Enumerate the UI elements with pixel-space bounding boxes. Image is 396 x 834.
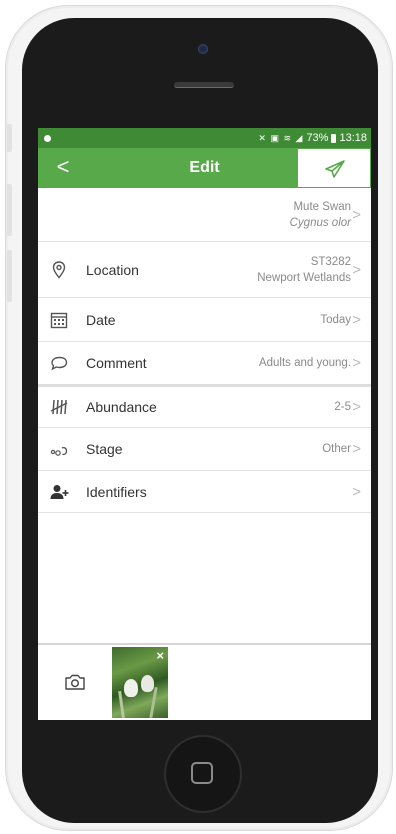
date-label: Date [86,311,116,328]
volume-up-button [7,184,12,236]
location-label: Location [86,261,139,278]
comment-row[interactable]: Comment Adults and young. > [38,342,371,387]
abundance-label: Abundance [86,399,157,415]
date-row[interactable]: Date Today > [38,298,371,342]
app-header: < Edit [38,148,371,188]
status-bar: ✕ ▣ ≋ ◢ 73% 13:18 [38,128,371,148]
clock: 13:18 [339,132,367,144]
species-row[interactable]: Mute Swan Cygnus olor > [38,188,371,242]
comment-bubble-icon [51,356,68,371]
stage-row[interactable]: Stage Other > [38,428,371,471]
camera-icon[interactable] [64,673,86,691]
location-row[interactable]: Location ST3282 Newport Wetlands > [38,242,371,298]
photo-bar: × [38,643,371,720]
chevron-right-icon: > [352,261,361,278]
photo-thumbnail[interactable]: × [112,647,168,718]
species-latin-name: Cygnus olor [289,216,351,229]
front-camera [198,44,208,54]
species-value: Mute Swan Cygnus olor [290,199,351,231]
home-square-icon [191,762,213,784]
species-common-name: Mute Swan [293,200,351,213]
abundance-value: 2-5 [334,401,351,413]
battery-icon [331,133,337,143]
life-stage-icon [50,446,68,456]
home-button[interactable] [166,737,240,811]
location-grid-ref: ST3282 [310,255,351,268]
earpiece-speaker [174,82,234,88]
photo-subject [124,679,138,697]
battery-percent: 73% [306,132,329,144]
date-value: Today [320,313,351,326]
chevron-right-icon: > [352,483,361,500]
chevron-right-icon: > [352,398,361,416]
add-person-icon [50,484,69,499]
abundance-row[interactable]: Abundance 2-5 > [38,387,371,428]
photo-subject [141,675,154,692]
chevron-right-icon: > [352,440,361,458]
notification-icon [44,134,51,142]
send-button[interactable] [297,148,371,188]
comment-value: Adults and young. [258,357,351,369]
tally-marks-icon [50,399,68,415]
chevron-right-icon: > [352,354,361,372]
chevron-right-icon: > [352,311,361,328]
volume-down-button [7,250,12,302]
chevron-right-icon: > [352,206,361,223]
mute-switch [7,124,12,152]
status-indicators: ✕ ▣ ≋ ◢ 73% 13:18 [258,132,367,144]
stage-label: Stage [86,441,123,457]
remove-photo-icon[interactable]: × [156,648,164,663]
location-place-name: Newport Wetlands [257,271,351,284]
location-value: ST3282 Newport Wetlands [257,254,351,286]
signal-icons: ✕ ▣ ≋ ◢ [258,132,304,143]
identifiers-row[interactable]: Identifiers > [38,471,371,513]
record-fields: Mute Swan Cygnus olor > Location ST3282 … [38,188,371,513]
stage-value: Other [322,443,351,455]
identifiers-label: Identifiers [86,483,147,500]
location-pin-icon [52,260,66,279]
calendar-icon [50,312,68,328]
app-screen: ✕ ▣ ≋ ◢ 73% 13:18 < Edit Mute Swan Cygnu… [38,128,371,720]
comment-label: Comment [86,355,147,371]
send-icon [325,160,345,178]
